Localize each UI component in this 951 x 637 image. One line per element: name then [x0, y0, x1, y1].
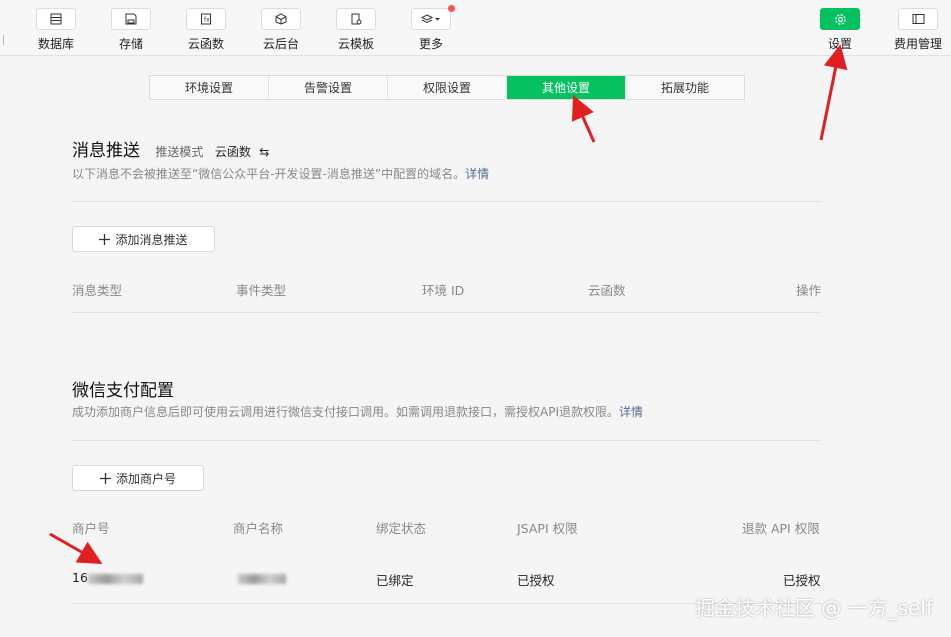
- jsapi-cell: 已授权: [517, 573, 555, 588]
- col-actions: 操作: [796, 283, 822, 298]
- bind-status-cell: 已绑定: [376, 573, 414, 588]
- divider: [72, 201, 822, 202]
- redacted-merchant-name: [238, 573, 286, 584]
- push-section-title: 消息推送: [72, 141, 140, 161]
- gear-icon: [834, 13, 846, 25]
- push-mode-label: 推送模式: [155, 145, 204, 159]
- merchant-name-cell: [238, 570, 286, 585]
- col-refund-api: 退款 API 权限: [742, 521, 820, 536]
- tab-permission-settings[interactable]: 权限设置: [388, 76, 507, 99]
- database-icon: [50, 13, 62, 25]
- plus-icon: [99, 472, 111, 484]
- tab-extensions[interactable]: 拓展功能: [626, 76, 744, 99]
- toolbar-settings-label: 设置: [827, 37, 852, 51]
- divider: [72, 312, 822, 313]
- col-merchant-id: 商户号: [72, 521, 110, 536]
- toolbar-database-button[interactable]: 数据库: [26, 8, 86, 54]
- col-message-type: 消息类型: [72, 283, 123, 298]
- pay-details-link[interactable]: 详情: [619, 405, 643, 419]
- toolbar-storage-label: 存储: [118, 37, 143, 51]
- merchant-id-cell: 16: [72, 570, 143, 585]
- switch-mode-icon[interactable]: ⇆: [259, 145, 269, 159]
- storage-icon: [125, 13, 137, 25]
- toolbar-cloud-function-button[interactable]: fx 云函数: [176, 8, 236, 54]
- annotation-arrow-tab: [571, 95, 596, 143]
- annotation-arrow-settings: [819, 44, 848, 141]
- toolbar-billing-button[interactable]: 费用管理: [888, 8, 948, 54]
- tab-env-settings[interactable]: 环境设置: [150, 76, 269, 99]
- pay-description: 成功添加商户信息后即可使用云调用进行微信支付接口调用。如需调用退款接口，需授权A…: [72, 403, 643, 420]
- billing-icon: [912, 14, 924, 24]
- merchant-id-prefix: 16: [72, 570, 88, 585]
- col-bind-status: 绑定状态: [376, 521, 427, 536]
- redacted-merchant-id: [87, 573, 143, 584]
- toolbar-edge: [3, 35, 4, 45]
- svg-text:fx: fx: [204, 17, 210, 24]
- toolbar-cloud-template-label: 云模板: [337, 37, 374, 51]
- add-message-push-label: 添加消息推送: [115, 232, 188, 247]
- push-mode-value: 云函数: [214, 145, 251, 159]
- tab-other-settings[interactable]: 其他设置: [507, 76, 626, 99]
- add-merchant-label: 添加商户号: [115, 471, 176, 486]
- push-details-link[interactable]: 详情: [465, 167, 489, 181]
- divider: [72, 440, 822, 441]
- add-merchant-button[interactable]: 添加商户号: [72, 465, 204, 491]
- tab-alert-settings[interactable]: 告警设置: [269, 76, 388, 99]
- plus-icon: [99, 233, 111, 245]
- cloud-backend-icon: [275, 13, 287, 25]
- pay-description-text: 成功添加商户信息后即可使用云调用进行微信支付接口调用。如需调用退款接口，需授权A…: [72, 405, 619, 419]
- annotation-arrow-merchant: [49, 532, 103, 564]
- refund-api-cell: 已授权: [783, 573, 821, 588]
- col-cloud-function: 云函数: [588, 283, 626, 298]
- toolbar-cloud-backend-label: 云后台: [262, 37, 299, 51]
- layers-icon: [421, 14, 440, 24]
- notification-dot: [448, 5, 455, 12]
- toolbar-cloud-function-label: 云函数: [187, 37, 224, 51]
- col-event-type: 事件类型: [236, 283, 287, 298]
- push-section-header: 消息推送 推送模式 云函数 ⇆: [72, 136, 269, 161]
- col-merchant-name: 商户名称: [233, 521, 284, 536]
- toolbar-database-label: 数据库: [37, 37, 74, 51]
- toolbar-cloud-template-button[interactable]: 云模板: [326, 8, 386, 54]
- toolbar-more-label: 更多: [418, 37, 443, 51]
- toolbar-settings-button[interactable]: 设置: [810, 8, 870, 54]
- pay-section-title: 微信支付配置: [72, 381, 174, 401]
- settings-tabs: 环境设置 告警设置 权限设置 其他设置 拓展功能: [149, 75, 745, 100]
- col-env-id: 环境 ID: [422, 283, 465, 298]
- add-message-push-button[interactable]: 添加消息推送: [72, 226, 215, 252]
- top-toolbar: 数据库 存储 fx 云函数 云后台 云模板 更多 设置 费用管理: [0, 0, 951, 56]
- push-description-text: 以下消息不会被推送至“微信公众平台-开发设置-消息推送”中配置的域名。: [72, 167, 466, 181]
- cloud-template-icon: [351, 13, 362, 25]
- watermark: 掘金技术社区 @ 一方_self: [694, 596, 933, 620]
- toolbar-more-button[interactable]: 更多: [401, 5, 461, 54]
- push-description: 以下消息不会被推送至“微信公众平台-开发设置-消息推送”中配置的域名。详情: [72, 165, 489, 182]
- toolbar-storage-button[interactable]: 存储: [101, 8, 161, 54]
- toolbar-billing-label: 费用管理: [893, 37, 942, 51]
- toolbar-cloud-backend-button[interactable]: 云后台: [251, 8, 311, 54]
- cloud-function-icon: fx: [201, 13, 211, 25]
- col-jsapi: JSAPI 权限: [517, 521, 578, 536]
